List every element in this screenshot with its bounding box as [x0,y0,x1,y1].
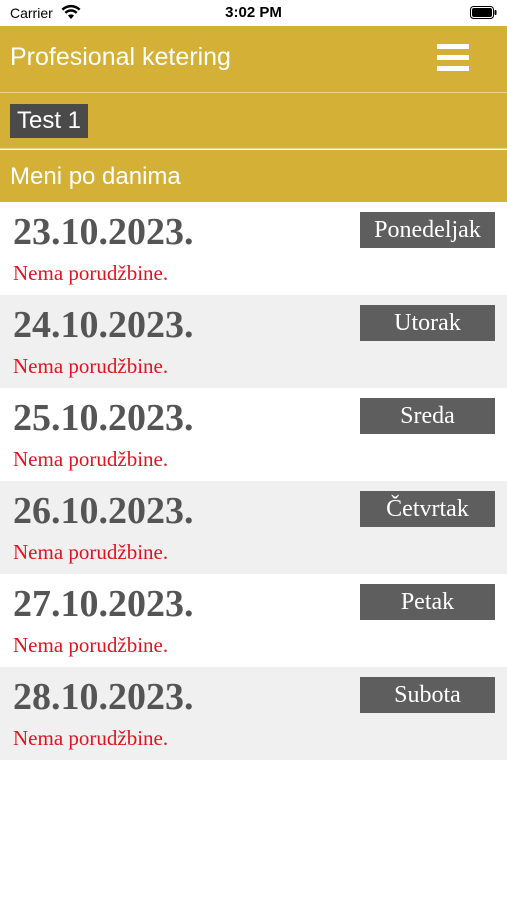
day-row[interactable]: 25.10.2023. Sreda Nema porudžbine. [0,388,507,481]
day-order-status: Nema porudžbine. [13,633,169,657]
day-order-status: Nema porudžbine. [13,540,169,564]
day-date: 28.10.2023. [13,676,194,718]
day-date: 25.10.2023. [13,397,194,439]
day-date: 24.10.2023. [13,304,194,346]
day-date: 26.10.2023. [13,490,194,532]
menu-bar [437,55,469,60]
day-row[interactable]: 24.10.2023. Utorak Nema porudžbine. [0,295,507,388]
day-list: 23.10.2023. Ponedeljak Nema porudžbine. … [0,202,507,760]
day-order-status: Nema porudžbine. [13,447,169,471]
day-date: 23.10.2023. [13,211,194,253]
day-name-button[interactable]: Utorak [360,305,495,341]
day-name-button[interactable]: Subota [360,677,495,713]
section-header: Meni po danima [0,150,507,202]
day-row[interactable]: 28.10.2023. Subota Nema porudžbine. [0,667,507,760]
day-row[interactable]: 26.10.2023. Četvrtak Nema porudžbine. [0,481,507,574]
user-bar: Test 1 [0,93,507,149]
day-name-button[interactable]: Ponedeljak [360,212,495,248]
day-name-button[interactable]: Petak [360,584,495,620]
app-header: Profesional ketering [0,26,507,93]
day-row[interactable]: 23.10.2023. Ponedeljak Nema porudžbine. [0,202,507,295]
day-row[interactable]: 27.10.2023. Petak Nema porudžbine. [0,574,507,667]
menu-bar [437,66,469,71]
status-bar: Carrier 3:02 PM [0,0,507,26]
day-order-status: Nema porudžbine. [13,261,169,285]
menu-bar [437,44,469,49]
day-order-status: Nema porudžbine. [13,354,169,378]
battery-icon [470,6,497,19]
section-title: Meni po danima [10,163,181,190]
day-order-status: Nema porudžbine. [13,726,169,750]
hamburger-menu-icon[interactable] [437,44,469,72]
day-name-button[interactable]: Sreda [360,398,495,434]
day-date: 27.10.2023. [13,583,194,625]
user-name-badge[interactable]: Test 1 [10,104,89,138]
day-name-button[interactable]: Četvrtak [360,491,495,527]
app-title: Profesional ketering [10,43,231,71]
clock: 3:02 PM [225,4,282,21]
